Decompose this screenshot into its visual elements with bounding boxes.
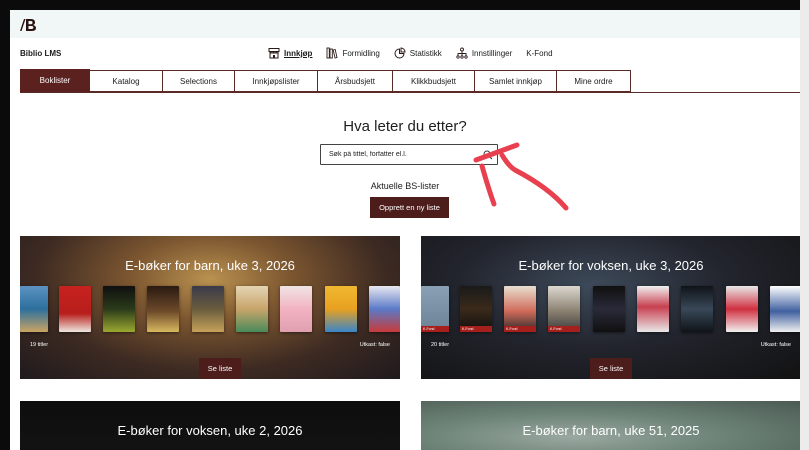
book-cover <box>147 286 179 332</box>
pie-chart-icon <box>394 47 406 59</box>
see-list-button[interactable]: Se liste <box>199 358 241 379</box>
title-count: 20 titler <box>431 342 450 348</box>
top-bar <box>10 10 800 38</box>
list-card-adult-week3[interactable]: E-bøker for voksen, uke 3, 2026 K-Fond K… <box>421 236 800 379</box>
list-card-adult-week2[interactable]: E-bøker for voksen, uke 2, 2026 <box>20 401 400 450</box>
book-cover <box>593 286 625 332</box>
tab-divider <box>20 92 800 93</box>
k-fond-label: K-Fond <box>504 326 536 332</box>
store-icon <box>268 48 280 59</box>
card-title: E-bøker for barn, uke 51, 2025 <box>522 423 700 438</box>
book-cover <box>325 286 357 332</box>
book-cover <box>280 286 312 332</box>
biblio-logo-icon <box>20 19 36 31</box>
nav-item-k-fond[interactable]: K-Fond <box>526 49 552 58</box>
draft-status: Utkast: false <box>359 342 390 348</box>
book-cover <box>369 286 400 332</box>
nav-item-innkjop[interactable]: Innkjøp <box>268 47 312 59</box>
tab-mine-ordre[interactable]: Mine ordre <box>557 70 631 92</box>
k-fond-label: K-Fond <box>421 326 449 332</box>
book-cover <box>770 286 800 332</box>
search-input[interactable] <box>329 151 479 158</box>
k-fond-label: K-Fond <box>460 326 492 332</box>
card-title: E-bøker for voksen, uke 3, 2026 <box>518 258 704 273</box>
book-cover <box>681 286 713 332</box>
nav-item-statistikk[interactable]: Statistikk <box>394 47 442 59</box>
book-cover: K-Fond <box>548 286 580 332</box>
tab-klikkbudsjett[interactable]: Klikkbudsjett <box>393 70 475 92</box>
book-cover <box>59 286 91 332</box>
nav-label: Innkjøp <box>284 48 313 58</box>
nav-label: Innstillinger <box>471 48 513 58</box>
book-cover: K-Fond <box>460 286 492 332</box>
tab-samlet-innkjop[interactable]: Samlet innkjøp <box>475 70 557 92</box>
card-title: E-bøker for barn, uke 3, 2026 <box>125 258 295 273</box>
app-name: Biblio LMS <box>20 49 62 58</box>
book-cover: K-Fond <box>421 286 449 332</box>
app-window: Biblio LMS Innkjøp Formidling Statistikk… <box>10 10 800 450</box>
draft-status: Utkast: false <box>760 342 791 348</box>
search-field[interactable] <box>320 144 498 165</box>
tab-arsbudsjett[interactable]: Årsbudsjett <box>318 70 393 92</box>
books-icon <box>327 47 338 59</box>
nav-item-innstillinger[interactable]: Innstillinger <box>456 47 512 59</box>
window-edge <box>800 0 809 450</box>
book-cover <box>103 286 135 332</box>
org-chart-icon <box>456 47 468 59</box>
tab-boklister[interactable]: Boklister <box>20 69 90 92</box>
book-cover <box>637 286 669 332</box>
book-cover <box>236 286 268 332</box>
tab-selections[interactable]: Selections <box>163 70 235 92</box>
tab-bar: Boklister Katalog Selections Innkjøpslis… <box>20 69 631 92</box>
nav-label: Statistikk <box>409 48 442 58</box>
book-cover <box>192 286 224 332</box>
nav-label: K-Fond <box>526 48 553 58</box>
tab-katalog[interactable]: Katalog <box>90 70 163 92</box>
search-heading: Hva leter du etter? <box>343 118 467 135</box>
current-lists-heading: Aktuelle BS-lister <box>370 181 440 191</box>
nav-item-formidling[interactable]: Formidling <box>326 47 380 59</box>
list-card-children-week51[interactable]: E-bøker for barn, uke 51, 2025 <box>421 401 800 450</box>
book-cover <box>20 286 48 332</box>
create-list-button[interactable]: Opprett en ny liste <box>370 197 449 218</box>
nav-label: Formidling <box>342 48 380 58</box>
book-cover: K-Fond <box>504 286 536 332</box>
main-nav: Biblio LMS Innkjøp Formidling Statistikk… <box>10 38 800 70</box>
k-fond-label: K-Fond <box>548 326 580 332</box>
card-title: E-bøker for voksen, uke 2, 2026 <box>117 423 303 438</box>
book-cover <box>726 286 758 332</box>
see-list-button[interactable]: Se liste <box>590 358 632 379</box>
tab-innkjopslister[interactable]: Innkjøpslister <box>235 70 318 92</box>
list-card-children-week3[interactable]: E-bøker for barn, uke 3, 2026 19 titler … <box>20 236 400 379</box>
title-count: 19 titler <box>30 342 49 348</box>
search-icon[interactable] <box>483 150 493 160</box>
